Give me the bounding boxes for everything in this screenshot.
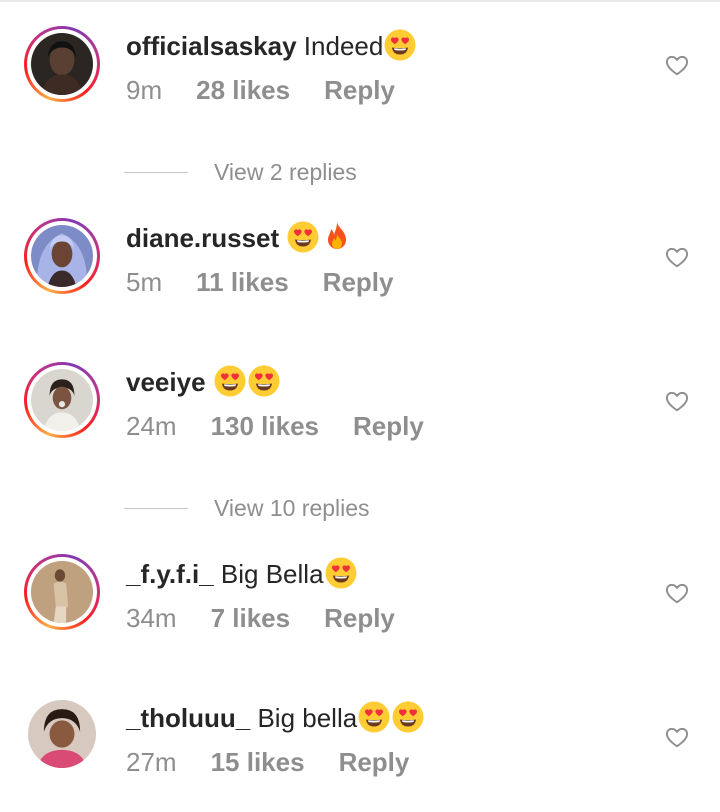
reply-button[interactable]: Reply bbox=[324, 74, 395, 106]
comment-timestamp: 24m bbox=[126, 411, 177, 441]
like-heart-icon[interactable] bbox=[664, 244, 690, 270]
avatar bbox=[31, 225, 93, 287]
comment-likes-count[interactable]: 11 likes bbox=[196, 266, 289, 298]
smiling-face-with-heart-eyes-icon bbox=[213, 364, 247, 398]
comment-text: Big Bella bbox=[220, 559, 324, 589]
top-divider bbox=[0, 0, 720, 2]
comment-item: diane.russet 5m 11 likes Reply bbox=[0, 212, 720, 332]
avatar bbox=[31, 369, 93, 431]
view-replies-divider bbox=[124, 172, 188, 173]
avatar bbox=[31, 33, 93, 95]
avatar-story-ring[interactable] bbox=[24, 26, 100, 102]
avatar-story-ring[interactable] bbox=[24, 554, 100, 630]
avatar-story-ring[interactable] bbox=[24, 218, 100, 294]
comment-username[interactable]: officialsaskay bbox=[126, 31, 297, 61]
comment-text: Big bella bbox=[257, 703, 358, 733]
comment-item: _tholuuu_ Big bella 27m 15 likes Reply bbox=[0, 692, 720, 812]
view-replies-divider bbox=[124, 508, 188, 509]
comment-timestamp: 5m bbox=[126, 267, 163, 297]
comment-username[interactable]: diane.russet bbox=[126, 223, 279, 253]
comment-timestamp: 34m bbox=[126, 603, 177, 633]
comment-item: _f.y.f.i_ Big Bella 34m 7 likes Reply bbox=[0, 548, 720, 668]
reply-button[interactable]: Reply bbox=[324, 602, 395, 634]
avatar bbox=[28, 700, 96, 768]
comment-timestamp: 27m bbox=[126, 747, 177, 777]
comment-likes-count[interactable]: 7 likes bbox=[211, 602, 291, 634]
view-replies-link[interactable]: View 2 replies bbox=[124, 157, 524, 187]
avatar bbox=[31, 561, 93, 623]
comment-username[interactable]: veeiye bbox=[126, 367, 206, 397]
smiling-face-with-heart-eyes-icon bbox=[247, 364, 281, 398]
comment-username[interactable]: _f.y.f.i_ bbox=[126, 559, 214, 589]
avatar-story-ring[interactable] bbox=[24, 362, 100, 438]
like-heart-icon[interactable] bbox=[664, 52, 690, 78]
smiling-face-with-heart-eyes-icon bbox=[324, 556, 358, 590]
like-heart-icon[interactable] bbox=[664, 580, 690, 606]
comment-likes-count[interactable]: 15 likes bbox=[211, 746, 305, 778]
comment-likes-count[interactable]: 130 likes bbox=[211, 410, 319, 442]
smiling-face-with-heart-eyes-icon bbox=[357, 700, 391, 734]
reply-button[interactable]: Reply bbox=[323, 266, 394, 298]
fire-icon bbox=[320, 220, 354, 254]
like-heart-icon[interactable] bbox=[664, 724, 690, 750]
like-heart-icon[interactable] bbox=[664, 388, 690, 414]
smiling-face-with-heart-eyes-icon bbox=[391, 700, 425, 734]
avatar-frame[interactable] bbox=[28, 700, 96, 768]
smiling-face-with-heart-eyes-icon bbox=[383, 28, 417, 62]
reply-button[interactable]: Reply bbox=[339, 746, 410, 778]
comment-likes-count[interactable]: 28 likes bbox=[196, 74, 290, 106]
view-replies-label[interactable]: View 10 replies bbox=[214, 493, 370, 523]
comment-item: veeiye 24m 130 likes Reply bbox=[0, 356, 720, 476]
comment-timestamp: 9m bbox=[126, 75, 163, 105]
reply-button[interactable]: Reply bbox=[353, 410, 424, 442]
view-replies-link[interactable]: View 10 replies bbox=[124, 493, 524, 523]
comment-text: Indeed bbox=[303, 31, 384, 61]
smiling-face-with-heart-eyes-icon bbox=[286, 220, 320, 254]
view-replies-label[interactable]: View 2 replies bbox=[214, 157, 357, 187]
comment-item: officialsaskay Indeed 9m 28 likes Reply bbox=[0, 20, 720, 140]
comment-username[interactable]: _tholuuu_ bbox=[126, 703, 250, 733]
